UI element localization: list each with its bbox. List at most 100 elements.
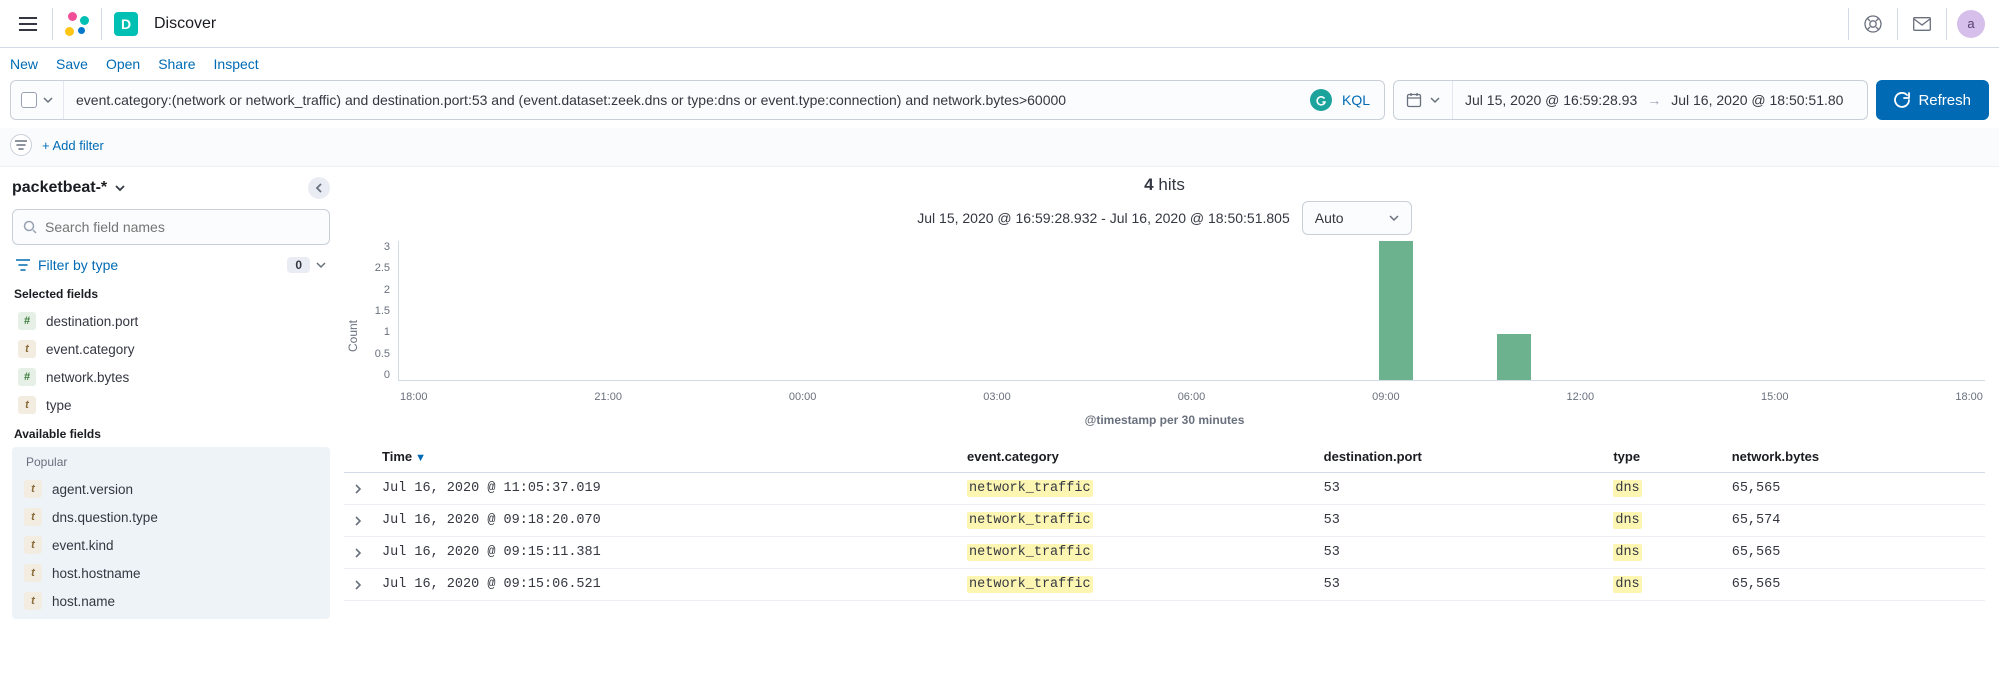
col-type[interactable]: type [1603, 441, 1721, 473]
cell-network-bytes: 65,565 [1722, 473, 1985, 505]
x-tick: 12:00 [1567, 391, 1595, 403]
field-type-number-icon: # [18, 312, 36, 330]
histogram-bar[interactable] [1497, 334, 1531, 380]
cell-time: Jul 16, 2020 @ 09:18:20.070 [372, 505, 957, 537]
add-filter-button[interactable]: + Add filter [42, 138, 104, 153]
y-tick: 0 [384, 369, 390, 381]
field-type-text-icon: t [24, 564, 42, 582]
interval-select[interactable]: Auto [1302, 201, 1412, 235]
field-item[interactable]: ttype [12, 391, 330, 419]
x-tick: 06:00 [1178, 391, 1206, 403]
histogram-chart: Count 32.521.510.50 18:0021:0000:0003:00… [344, 241, 1985, 411]
field-type-text-icon: t [24, 480, 42, 498]
field-search[interactable] [12, 209, 330, 245]
main: packetbeat-* Filter by type 0 Selected f… [0, 167, 1999, 629]
elastic-logo-button[interactable] [57, 4, 97, 44]
mail-icon [1913, 17, 1931, 31]
plot-area [398, 241, 1985, 381]
saved-query-button[interactable] [11, 81, 64, 119]
date-to: Jul 16, 2020 @ 18:50:51.80 [1671, 92, 1843, 108]
expand-row-button[interactable] [344, 569, 372, 601]
filter-icon [15, 140, 27, 150]
col-time[interactable]: Time▼ [372, 441, 957, 473]
chevron-down-icon [1389, 213, 1399, 223]
menu-button[interactable] [8, 4, 48, 44]
chevron-down-icon [115, 183, 125, 193]
elastic-logo-icon [65, 12, 89, 36]
expand-row-button[interactable] [344, 473, 372, 505]
index-pattern-switcher[interactable]: packetbeat-* [12, 179, 125, 197]
field-item[interactable]: tdns.question.type [18, 503, 324, 531]
field-type-number-icon: # [18, 368, 36, 386]
field-name: destination.port [46, 314, 138, 329]
chart-area[interactable]: 32.521.510.50 18:0021:0000:0003:0006:000… [362, 241, 1985, 411]
filter-by-type-button[interactable]: Filter by type 0 [12, 253, 330, 277]
discover-toolbar: New Save Open Share Inspect [0, 48, 1999, 76]
index-pattern-row: packetbeat-* [12, 177, 330, 199]
chart-header: Jul 15, 2020 @ 16:59:28.932 - Jul 16, 20… [344, 201, 1985, 235]
field-search-input[interactable] [45, 219, 319, 235]
chevron-down-icon [316, 260, 326, 270]
cell-event-category: network_traffic [957, 537, 1314, 569]
col-destination-port[interactable]: destination.port [1314, 441, 1604, 473]
avatar: a [1957, 10, 1985, 38]
available-fields-title: Available fields [14, 427, 330, 441]
app-title: Discover [154, 15, 216, 33]
field-item[interactable]: #network.bytes [12, 363, 330, 391]
global-header: D Discover a [0, 0, 1999, 48]
calendar-icon [1406, 92, 1422, 108]
query-language-switcher[interactable]: KQL [1342, 92, 1370, 108]
chevron-down-icon [43, 95, 53, 105]
newsfeed-button[interactable] [1853, 4, 1893, 44]
x-tick: 18:00 [1955, 391, 1983, 403]
x-tick: 09:00 [1372, 391, 1400, 403]
expand-row-button[interactable] [344, 537, 372, 569]
x-ticks: 18:0021:0000:0003:0006:0009:0012:0015:00… [398, 391, 1985, 403]
field-item[interactable]: tevent.kind [18, 531, 324, 559]
field-name: event.kind [52, 538, 114, 553]
field-item[interactable]: thost.name [18, 587, 324, 615]
toolbar-share[interactable]: Share [158, 56, 195, 72]
field-item[interactable]: tagent.version [18, 475, 324, 503]
query-input[interactable] [64, 92, 1296, 108]
x-tick: 18:00 [400, 391, 428, 403]
field-name: host.hostname [52, 566, 141, 581]
toolbar-inspect[interactable]: Inspect [214, 56, 259, 72]
query-suffix: KQL [1296, 89, 1384, 111]
date-quick-select[interactable] [1406, 81, 1453, 119]
grammarly-icon [1310, 89, 1332, 111]
expand-row-button[interactable] [344, 505, 372, 537]
divider [1848, 8, 1849, 40]
filter-options-button[interactable] [10, 134, 32, 156]
cell-event-category: network_traffic [957, 473, 1314, 505]
field-item[interactable]: t host.hostname [18, 559, 324, 587]
refresh-button[interactable]: Refresh [1876, 80, 1989, 120]
app-badge: D [114, 12, 138, 36]
x-axis-label: @timestamp per 30 minutes [344, 413, 1985, 427]
mail-button[interactable] [1902, 4, 1942, 44]
y-tick: 1 [384, 326, 390, 338]
cell-destination-port: 53 [1314, 537, 1604, 569]
table-body: Jul 16, 2020 @ 11:05:37.019network_traff… [344, 473, 1985, 601]
field-name: dns.question.type [52, 510, 158, 525]
user-menu-button[interactable]: a [1951, 4, 1991, 44]
col-event-category[interactable]: event.category [957, 441, 1314, 473]
toolbar-save[interactable]: Save [56, 56, 88, 72]
field-type-text-icon: t [18, 340, 36, 358]
collapse-sidebar-button[interactable] [308, 177, 330, 199]
table-row: Jul 16, 2020 @ 09:18:20.070network_traff… [344, 505, 1985, 537]
toolbar-open[interactable]: Open [106, 56, 140, 72]
date-picker[interactable]: Jul 15, 2020 @ 16:59:28.93 → Jul 16, 202… [1393, 80, 1868, 120]
histogram-bar[interactable] [1379, 241, 1413, 380]
cell-time: Jul 16, 2020 @ 09:15:11.381 [372, 537, 957, 569]
divider [52, 8, 53, 40]
col-network-bytes[interactable]: network.bytes [1722, 441, 1985, 473]
field-item[interactable]: # destination.port [12, 307, 330, 335]
filter-count-badge: 0 [287, 257, 310, 273]
cell-destination-port: 53 [1314, 505, 1604, 537]
toolbar-new[interactable]: New [10, 56, 38, 72]
header-left: D Discover [8, 4, 216, 44]
sort-desc-icon: ▼ [415, 452, 426, 464]
field-item[interactable]: tevent.category [12, 335, 330, 363]
table-row: Jul 16, 2020 @ 09:15:11.381network_traff… [344, 537, 1985, 569]
